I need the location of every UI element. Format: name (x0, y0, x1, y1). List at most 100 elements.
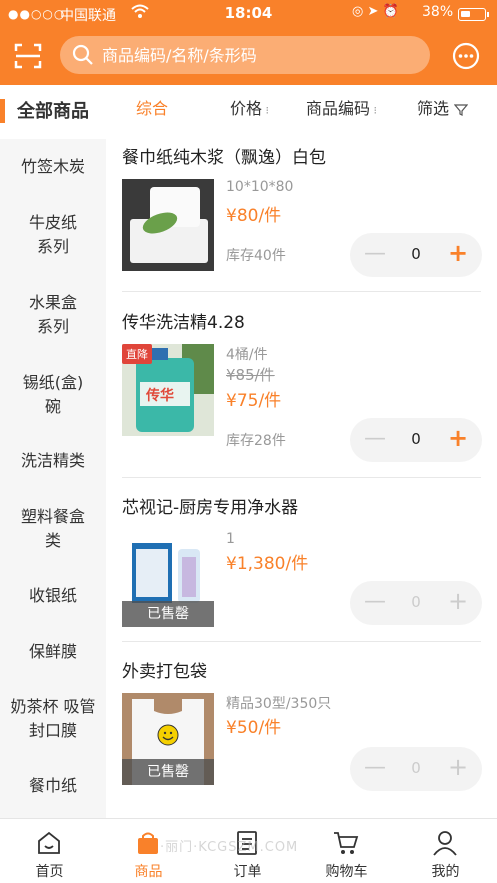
product-image-takeout-bag[interactable]: 已售罄 (122, 693, 214, 785)
product-card[interactable]: 芯视记-厨房专用净水器 已售罄 1 ¥1,380/件 — 0 + (106, 477, 497, 641)
battery-percent: 38% (422, 4, 454, 20)
sort-filter-bar: 综合 价格 ⁝ 商品编码 ⁝ 筛选 (106, 85, 497, 127)
filter-button[interactable]: 筛选 (417, 95, 469, 119)
quantity-stepper: — 0 + (350, 233, 482, 277)
product-price: ¥75/件 (226, 391, 282, 411)
product-price: ¥1,380/件 (226, 554, 309, 574)
sidebar-item-label: 全部商品 (17, 101, 89, 122)
sidebar-item-detergent[interactable]: 洗洁精类 (0, 449, 106, 473)
sidebar-item-napkin[interactable]: 餐巾纸 (0, 774, 106, 798)
sort-price[interactable]: 价格 ⁝ (230, 95, 269, 119)
quantity-value: 0 (411, 245, 421, 263)
decrease-button[interactable]: — (364, 755, 386, 780)
sidebar-item-label: 塑料餐盒类 (20, 507, 85, 550)
shopping-cart-icon (334, 832, 359, 854)
user-profile-icon (433, 831, 457, 856)
sidebar-item-kraft-paper[interactable]: 牛皮纸系列 (0, 211, 106, 259)
increase-button[interactable]: + (448, 424, 468, 452)
chat-bubble-icon[interactable] (450, 40, 482, 72)
sidebar-item-plastic-box[interactable]: 塑料餐盒类 (0, 505, 106, 553)
increase-button[interactable]: + (448, 239, 468, 267)
sidebar-item-cling-film[interactable]: 保鲜膜 (0, 640, 106, 664)
sort-code-label: 商品编码 (306, 99, 371, 118)
watermark-text: ·丽门·KCGSZM.COM (160, 840, 299, 855)
status-bar: ●●○○○ 中国联通 18:04 ◎ ➤ ⏰ 38% (0, 0, 497, 28)
quantity-value: 0 (411, 430, 421, 448)
status-icons: ◎ ➤ ⏰ (352, 4, 399, 19)
filter-label: 筛选 (417, 99, 450, 118)
svg-text:传华: 传华 (145, 387, 174, 404)
product-name: 外卖打包袋 (122, 662, 207, 682)
sort-arrows-icon: ⁝ (262, 104, 270, 117)
product-image-napkin[interactable] (122, 179, 214, 271)
sidebar-item-receipt-paper[interactable]: 收银纸 (0, 584, 106, 608)
scan-icon[interactable] (12, 40, 44, 72)
category-sidebar: 全部商品 竹签木炭 牛皮纸系列 水果盒系列 锡纸(盒)碗 洗洁精类 塑料餐盒类 … (0, 85, 106, 818)
sold-out-label: 已售罄 (122, 759, 214, 785)
product-card[interactable]: 传华洗洁精4.28 传华 直降 4桶/件 ¥85/件 ¥75/件 库存28件 —… (106, 292, 497, 462)
sidebar-item-label: 洗洁精类 (20, 451, 85, 470)
sidebar-item-label: 竹签木炭 (20, 157, 85, 176)
sort-price-label: 价格 (230, 99, 263, 118)
product-card[interactable]: 外卖打包袋 已售罄 精品30型/350只 ¥50/件 — 0 + (106, 641, 497, 811)
price-drop-badge: 直降 (122, 344, 152, 364)
sidebar-item-fruit-box[interactable]: 水果盒系列 (0, 291, 106, 339)
quantity-stepper: — 0 + (350, 418, 482, 462)
sidebar-item-foil-bowl[interactable]: 锡纸(盒)碗 (0, 371, 106, 419)
product-spec: 10*10*80 (226, 179, 294, 195)
product-spec: 1 (226, 531, 235, 547)
sidebar-item-label: 餐巾纸 (28, 776, 77, 795)
product-image-detergent[interactable]: 传华 直降 (122, 344, 214, 436)
product-spec: 4桶/件 (226, 347, 268, 363)
product-name: 餐巾纸纯木浆（飘逸）白包 (122, 148, 326, 168)
product-stock: 库存40件 (226, 248, 286, 264)
search-icon (72, 44, 93, 65)
tab-mine-label: 我的 (431, 864, 460, 880)
product-card[interactable]: 餐巾纸纯木浆（飘逸）白包 10*10*80 ¥80/件 库存40件 — 0 + (106, 127, 497, 291)
tab-products-label: 商品 (134, 864, 163, 880)
shopping-bag-icon (138, 832, 158, 854)
search-bar[interactable] (60, 36, 430, 74)
search-input[interactable] (102, 36, 422, 74)
product-list: 餐巾纸纯木浆（飘逸）白包 10*10*80 ¥80/件 库存40件 — 0 + … (106, 127, 497, 818)
decrease-button[interactable]: — (364, 426, 386, 451)
funnel-icon (453, 103, 469, 116)
sidebar-item-label: 奶茶杯 吸管 封口膜 (10, 697, 96, 740)
sidebar-item-bamboo-charcoal[interactable]: 竹签木炭 (0, 155, 106, 179)
sort-comprehensive[interactable]: 综合 (136, 95, 168, 119)
quantity-value: 0 (411, 759, 421, 777)
tab-orders-label: 订单 (233, 864, 262, 880)
tab-cart[interactable]: 购物车 (297, 819, 396, 883)
quantity-value: 0 (411, 593, 421, 611)
increase-button[interactable]: + (448, 587, 468, 615)
app-header: ●●○○○ 中国联通 18:04 ◎ ➤ ⏰ 38% (0, 0, 497, 85)
product-stock: 库存28件 (226, 433, 286, 449)
sidebar-item-all[interactable]: 全部商品 (0, 85, 106, 139)
product-original-price: ¥85/件 (226, 366, 275, 384)
tab-cart-label: 购物车 (325, 864, 368, 880)
product-name: 芯视记-厨房专用净水器 (122, 498, 299, 518)
home-icon (38, 831, 60, 854)
tab-home-label: 首页 (35, 864, 64, 880)
increase-button[interactable]: + (448, 753, 468, 781)
napkin-pack-image (122, 179, 214, 271)
sort-code[interactable]: 商品编码 ⁝ (306, 95, 377, 119)
decrease-button[interactable]: — (364, 241, 386, 266)
quantity-stepper: — 0 + (350, 581, 482, 625)
product-price: ¥80/件 (226, 206, 282, 226)
tab-mine[interactable]: 我的 (396, 819, 495, 883)
sort-arrows-icon: ⁝ (370, 104, 378, 117)
battery-icon (458, 8, 486, 21)
sidebar-item-label: 水果盒系列 (28, 293, 77, 336)
product-image-water-purifier[interactable]: 已售罄 (122, 535, 214, 627)
sidebar-item-label: 收银纸 (28, 586, 77, 605)
sidebar-item-label: 牛皮纸系列 (28, 213, 77, 256)
sold-out-label: 已售罄 (122, 601, 214, 627)
tab-home[interactable]: 首页 (0, 819, 99, 883)
product-spec: 精品30型/350只 (226, 696, 332, 712)
product-name: 传华洗洁精4.28 (122, 313, 245, 333)
sidebar-item-label: 保鲜膜 (28, 642, 77, 661)
sidebar-item-milk-tea-cup[interactable]: 奶茶杯 吸管 封口膜 (0, 695, 106, 743)
sidebar-item-label: 锡纸(盒)碗 (22, 373, 84, 416)
decrease-button[interactable]: — (364, 589, 386, 614)
